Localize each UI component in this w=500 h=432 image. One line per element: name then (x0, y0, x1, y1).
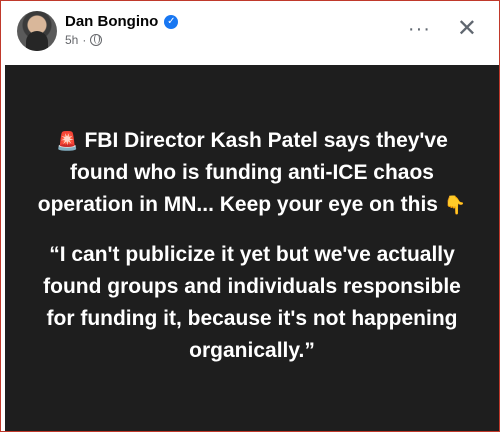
post-quote: “I can't publicize it yet but we've actu… (43, 243, 461, 362)
avatar-silhouette (26, 31, 48, 51)
author-name[interactable]: Dan Bongino (65, 13, 158, 30)
close-icon[interactable]: ✕ (457, 17, 477, 41)
post-timestamp[interactable]: 5h (65, 33, 78, 47)
siren-emoji: 🚨 (56, 131, 79, 151)
avatar[interactable] (17, 11, 57, 51)
pointing-down-emoji: 👇 (443, 195, 467, 215)
post-headline: 🚨 FBI Director Kash Patel says they've f… (31, 125, 473, 221)
post-text-card: 🚨 FBI Director Kash Patel says they've f… (5, 65, 499, 431)
verified-icon: ✓ (164, 14, 179, 29)
headline-text: FBI Director Kash Patel says they've fou… (37, 129, 448, 216)
more-options-icon[interactable]: ··· (408, 19, 431, 39)
author-row: Dan Bongino ✓ (65, 13, 179, 30)
post-header: Dan Bongino ✓ 5h · ··· ✕ (1, 1, 499, 65)
meta-separator: · (82, 33, 87, 47)
post-window: Dan Bongino ✓ 5h · ··· ✕ 🚨 FBI Director … (0, 0, 500, 432)
globe-icon (90, 34, 103, 46)
header-actions: ··· ✕ (408, 17, 477, 41)
post-meta: 5h · (65, 33, 103, 47)
